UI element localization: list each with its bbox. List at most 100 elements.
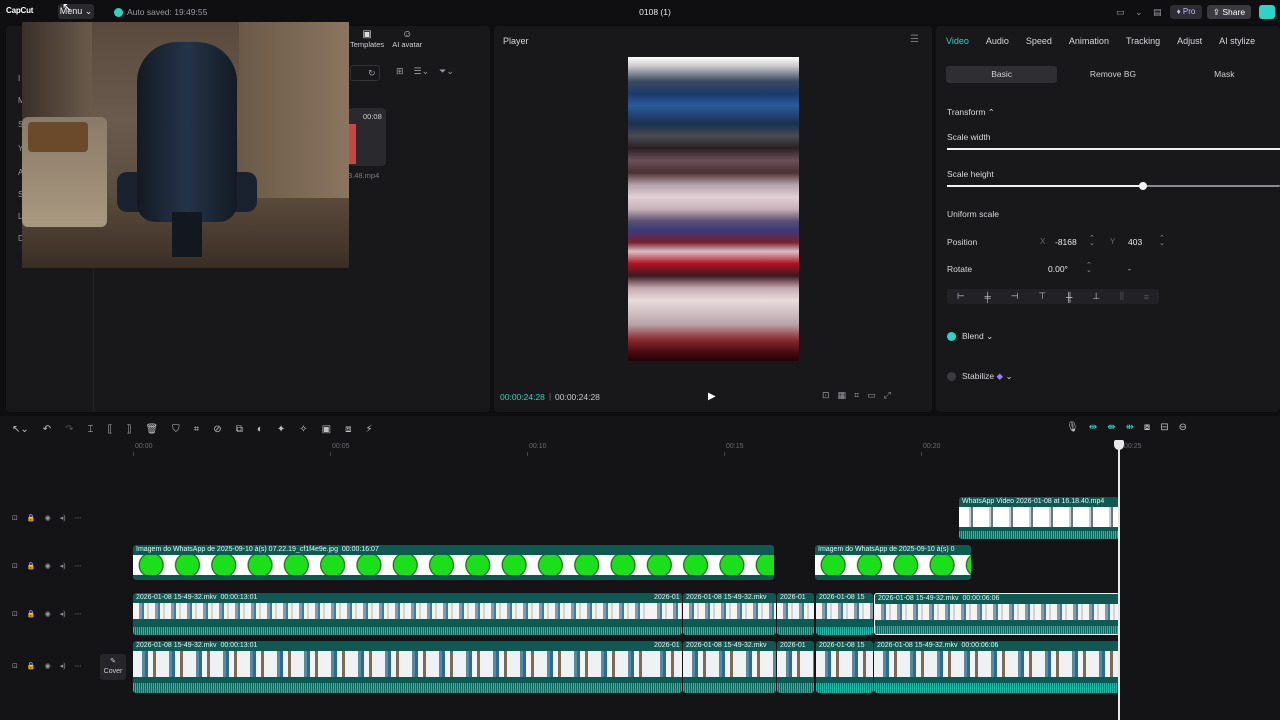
quality-icon[interactable]: ▦: [838, 390, 855, 400]
rotate-input[interactable]: 0.00°: [1048, 264, 1068, 274]
playhead-handle[interactable]: [1114, 440, 1124, 450]
speaker-icon[interactable]: ◂): [60, 514, 66, 522]
main-clip-5[interactable]: 2026-01-08 15: [816, 641, 873, 693]
track-settings-icon[interactable]: ⊡: [12, 562, 18, 570]
eye-icon[interactable]: ◉: [45, 662, 51, 670]
transform-section[interactable]: Transform ⌃: [947, 107, 995, 118]
align-top-icon[interactable]: ⊤: [1038, 291, 1046, 302]
subtab-basic[interactable]: Basic: [946, 66, 1058, 83]
align-right-icon[interactable]: ⊣: [1011, 291, 1019, 302]
crop-tool-icon[interactable]: ⌗: [194, 424, 200, 435]
blend-toggle[interactable]: [947, 332, 956, 341]
color-icon[interactable]: ⊘: [213, 424, 221, 435]
tab-templates[interactable]: ▣ Templates: [350, 30, 384, 50]
zoom-icon[interactable]: ⊡: [822, 390, 838, 400]
sidebar-item-import[interactable]: I: [18, 74, 20, 83]
clip-video-1[interactable]: 2026-01-08 15-49-32.mkv 00:00:13:01: [133, 593, 680, 635]
split-left-icon[interactable]: ⟦: [108, 424, 113, 435]
more-icon[interactable]: ⋯: [75, 514, 82, 522]
stabilize-toggle[interactable]: [947, 372, 956, 381]
undo-icon[interactable]: ↶: [43, 424, 51, 435]
clip-image-1[interactable]: Imagem do WhatsApp de 2025-09-10 à(s) 07…: [133, 545, 774, 580]
layout-icons[interactable]: ▭ ⌄ ▤: [1116, 7, 1166, 18]
video-preview[interactable]: [628, 57, 799, 361]
clip-video-5[interactable]: 2026-01-08 15: [816, 593, 873, 635]
track-settings-icon[interactable]: ⊡: [12, 514, 18, 522]
track-settings-icon[interactable]: ⊡: [12, 610, 18, 618]
align-bottom-icon[interactable]: ⊥: [1092, 291, 1100, 302]
fullscreen-icon[interactable]: ⤢: [884, 390, 899, 400]
clip-video-2[interactable]: 2026-01: [651, 593, 682, 635]
link-main-icon[interactable]: ⇹: [1089, 422, 1107, 433]
tab-ai-avatar[interactable]: ☺ AI avatar: [392, 30, 422, 50]
grid-view-icon[interactable]: ⊞: [396, 66, 404, 77]
subtab-mask[interactable]: Mask: [1169, 66, 1280, 83]
filter-icon[interactable]: ⏷⌄: [439, 66, 454, 77]
blend-section[interactable]: Blend ⌄: [962, 331, 993, 342]
track-settings-icon[interactable]: ⊡: [12, 662, 18, 670]
mirror-icon[interactable]: ◐: [257, 424, 263, 435]
player-menu-icon[interactable]: ☰: [910, 34, 919, 45]
clip-video-3[interactable]: 2026-01-08 15-49-32.mkv: [683, 593, 776, 635]
clip-whatsapp-video[interactable]: WhatsApp Video 2026-01-08 at 16.18.40.mp…: [959, 497, 1119, 539]
select-tool-icon[interactable]: ↖⌄: [12, 424, 29, 435]
clip-video-4[interactable]: 2026-01: [777, 593, 814, 635]
smart-tool-icon[interactable]: ⚡: [365, 424, 372, 435]
auto-enhance-icon[interactable]: ✧: [299, 424, 307, 435]
preview-axis-icon[interactable]: ⧇: [1144, 422, 1160, 433]
more-icon[interactable]: ⋯: [75, 610, 82, 618]
tab-adjust[interactable]: Adjust: [1177, 36, 1202, 46]
hd-icon[interactable]: ▣: [322, 424, 331, 435]
redo-icon[interactable]: ↷: [65, 424, 73, 435]
subtab-remove-bg[interactable]: Remove BG: [1057, 66, 1168, 83]
align-center-v-icon[interactable]: ╫: [1066, 292, 1072, 302]
magnet-icon[interactable]: ⇼: [1107, 422, 1125, 433]
captions-icon[interactable]: ⊟: [1160, 422, 1178, 433]
replace-icon[interactable]: ⧈: [345, 424, 351, 435]
distribute-h-icon[interactable]: ⫼: [1120, 291, 1124, 302]
split-icon[interactable]: ⌶: [88, 424, 94, 435]
delete-icon[interactable]: 🗑: [145, 424, 158, 435]
eye-icon[interactable]: ◉: [45, 610, 51, 618]
play-button[interactable]: ▶: [708, 391, 716, 402]
tab-audio[interactable]: Audio: [986, 36, 1009, 46]
main-clip-1[interactable]: 2026-01-08 15-49-32.mkv 00:00:13:01: [133, 641, 680, 693]
lock-icon[interactable]: 🔒: [27, 514, 36, 522]
rotate-flip-button[interactable]: -: [1128, 264, 1131, 274]
position-x-stepper[interactable]: ⌃ ⌄: [1089, 235, 1095, 247]
tab-tracking[interactable]: Tracking: [1126, 36, 1160, 46]
main-clip-2[interactable]: 2026-01: [651, 641, 682, 693]
link-icon[interactable]: ⇻: [1125, 422, 1143, 433]
main-clip-3[interactable]: 2026-01-08 15-49-32.mkv: [683, 641, 776, 693]
tab-ai-stylize[interactable]: AI stylize: [1219, 36, 1255, 46]
eye-icon[interactable]: ◉: [45, 514, 51, 522]
playhead[interactable]: [1118, 440, 1120, 720]
ratio-icon[interactable]: ▭: [867, 390, 884, 400]
rotate-stepper[interactable]: ⌃ ⌄: [1086, 262, 1092, 274]
distribute-v-icon[interactable]: ≡: [1144, 292, 1149, 302]
mask-icon[interactable]: ⛉: [172, 424, 180, 435]
speaker-icon[interactable]: ◂): [60, 662, 66, 670]
clip-image-2[interactable]: Imagem do WhatsApp de 2025-09-10 à(s) 0: [815, 545, 971, 580]
align-center-h-icon[interactable]: ╪: [985, 292, 991, 302]
tab-speed[interactable]: Speed: [1026, 36, 1052, 46]
speaker-icon[interactable]: ◂): [60, 610, 66, 618]
position-y-stepper[interactable]: ⌃ ⌄: [1159, 235, 1165, 247]
mic-icon[interactable]: 🎙: [1066, 422, 1089, 433]
main-clip-4[interactable]: 2026-01: [777, 641, 814, 693]
main-clip-6[interactable]: 2026-01-08 15-49-32.mkv 00:00:06:06: [874, 641, 1120, 693]
more-icon[interactable]: ⋯: [75, 562, 82, 570]
zoom-out-icon[interactable]: ⊖: [1179, 422, 1197, 433]
clip-video-selected[interactable]: 2026-01-08 15-49-32.mkv 00:00:06:06: [874, 593, 1120, 635]
effects-icon[interactable]: ✦: [277, 424, 285, 435]
sort-icon[interactable]: ☰⌄: [414, 66, 430, 77]
more-icon[interactable]: ⋯: [75, 662, 82, 670]
lock-icon[interactable]: 🔒: [27, 610, 36, 618]
split-right-icon[interactable]: ⟧: [127, 424, 132, 435]
align-left-icon[interactable]: ⊢: [957, 291, 965, 302]
lock-icon[interactable]: 🔒: [27, 562, 36, 570]
stabilize-section[interactable]: Stabilize ◆ ⌄: [962, 371, 1013, 382]
crop-icon[interactable]: ⌗: [854, 390, 867, 400]
project-title[interactable]: 0108 (1): [600, 7, 710, 17]
tab-animation[interactable]: Animation: [1069, 36, 1109, 46]
